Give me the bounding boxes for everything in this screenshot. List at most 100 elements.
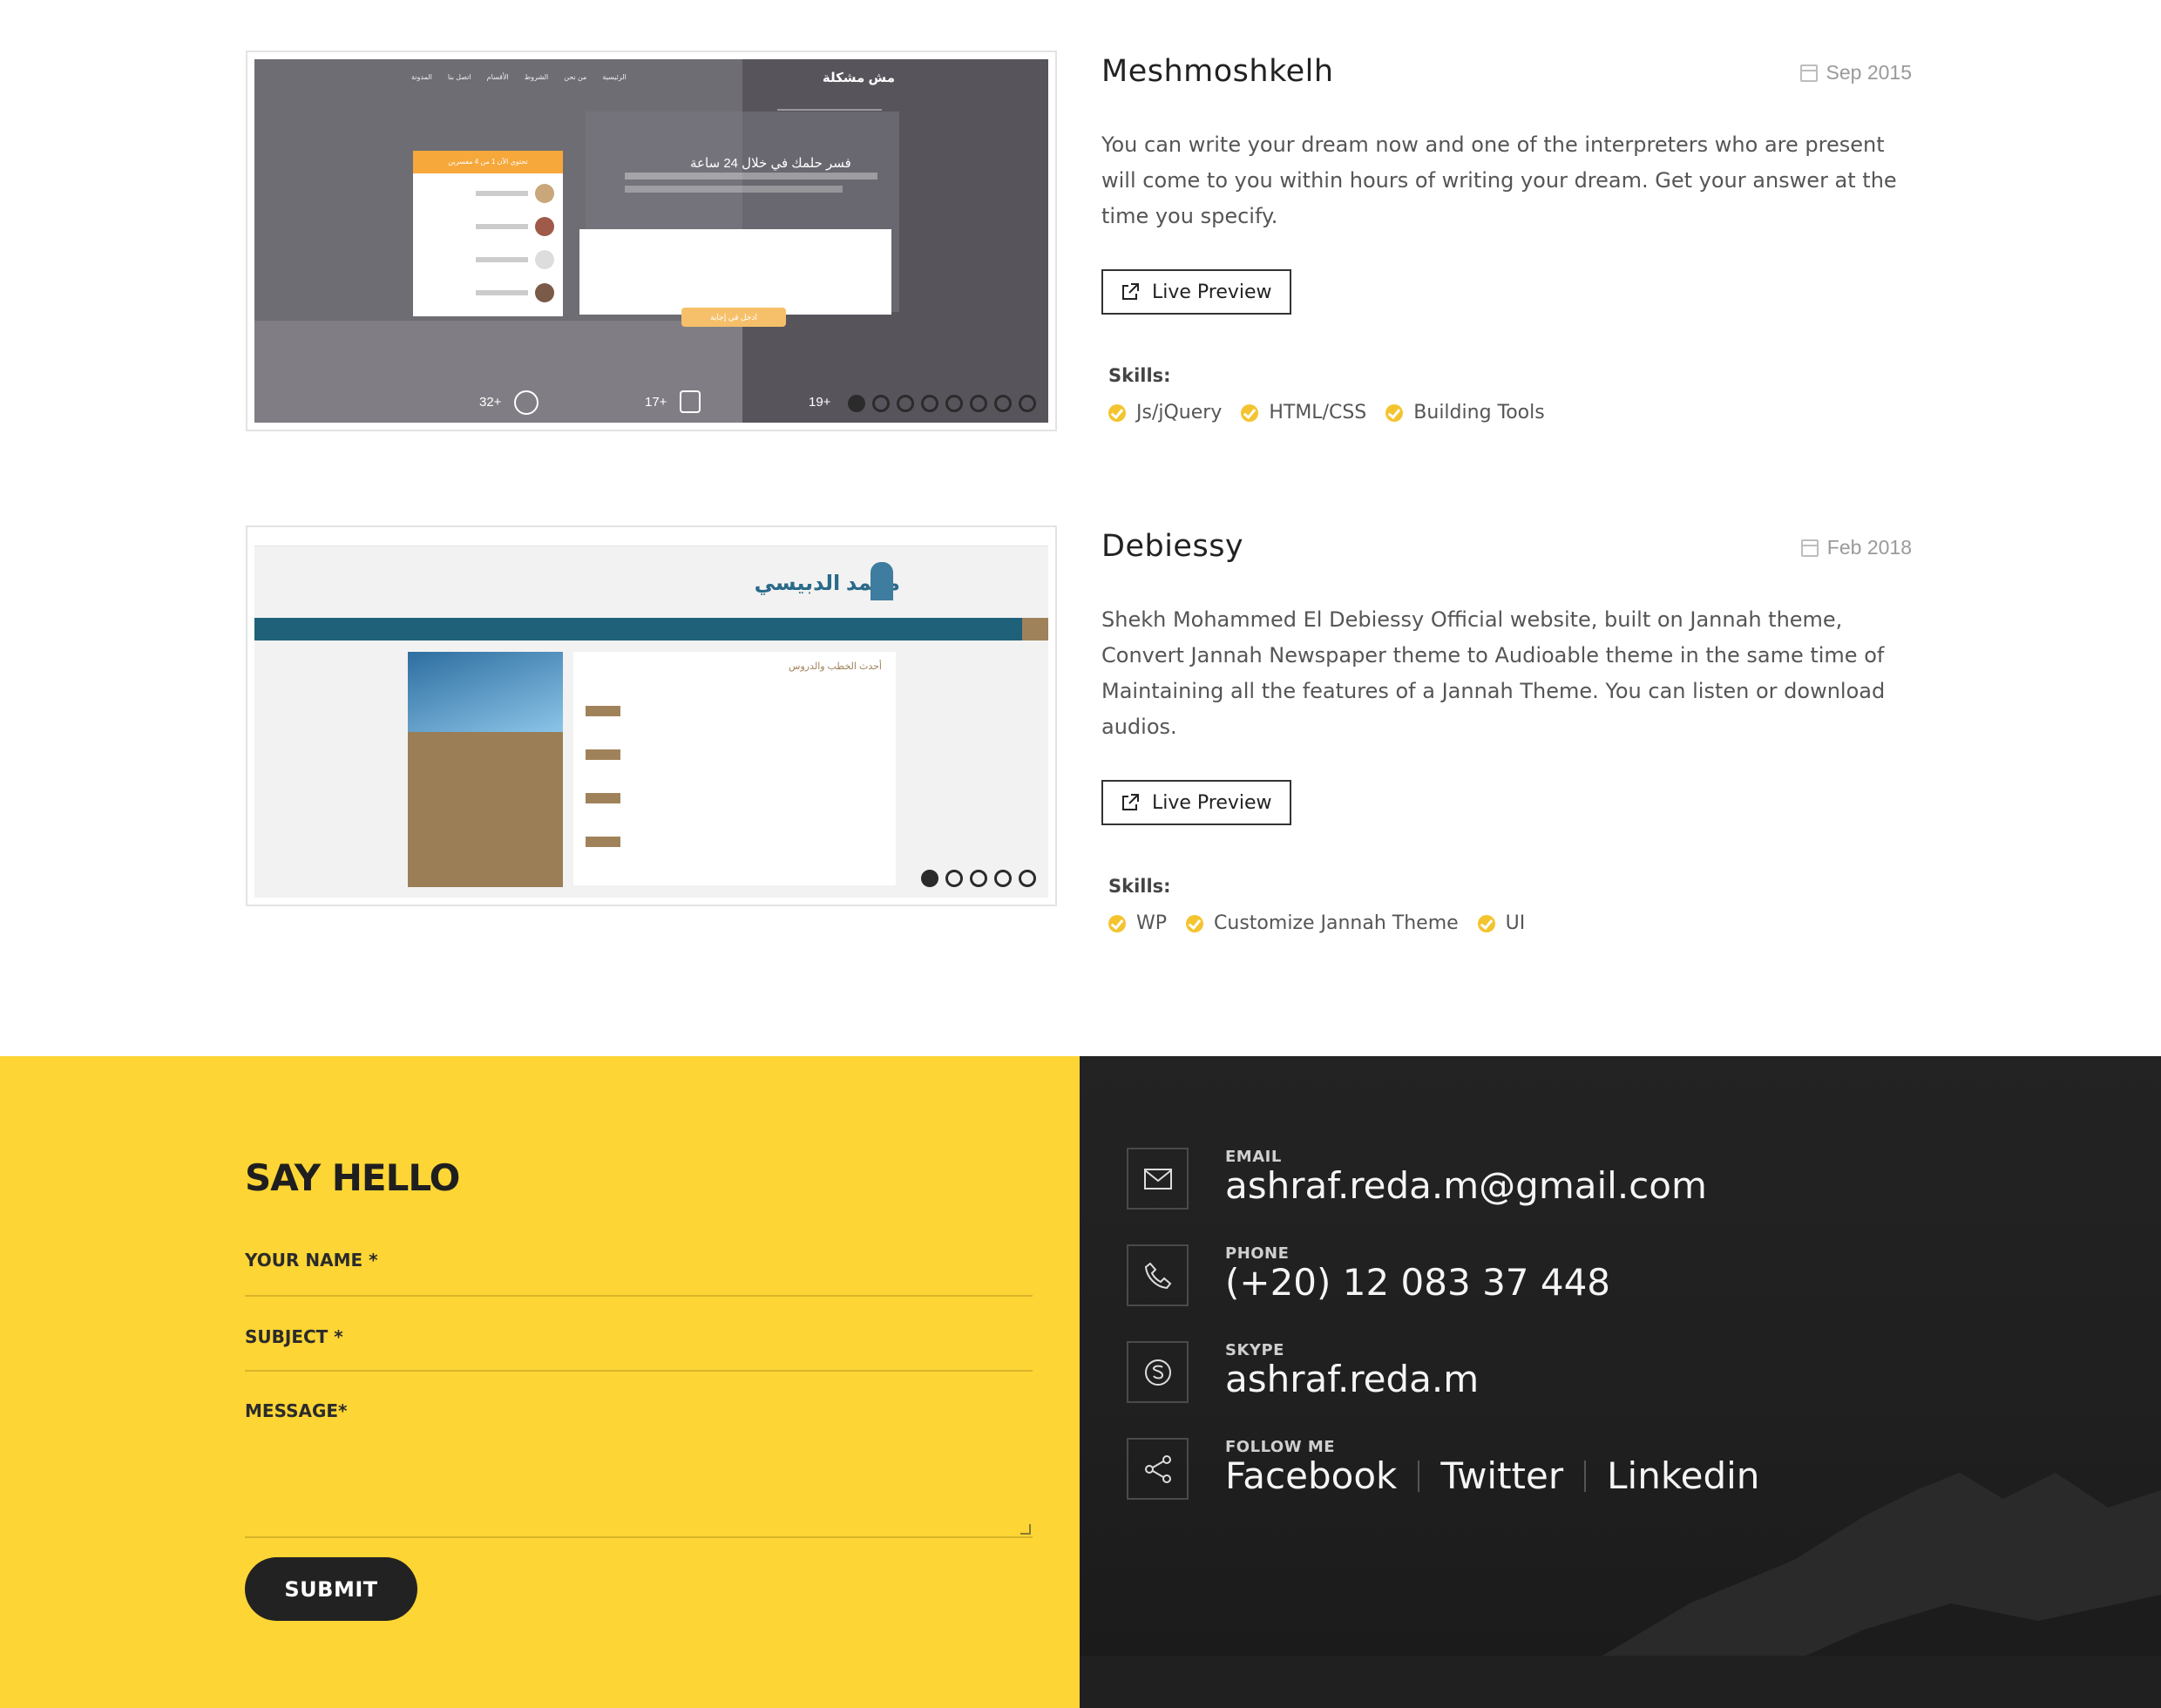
- site-row: [586, 749, 620, 760]
- slider-dot[interactable]: [994, 395, 1012, 412]
- calendar-icon: [1799, 64, 1818, 82]
- skype-value[interactable]: ashraf.reda.m: [1225, 1358, 1479, 1400]
- say-hello-heading: SAY HELLO: [245, 1156, 460, 1199]
- skill-label: Customize Jannah Theme: [1214, 912, 1459, 934]
- project-date: Sep 2015: [1799, 61, 1912, 85]
- site-nav-item: الرئيسية: [602, 73, 627, 81]
- contact-form-panel: SAY HELLO YOUR NAME * SUBJECT * MESSAGE*…: [0, 1056, 1080, 1708]
- contact-skype: SKYPE ashraf.reda.m: [1225, 1341, 1479, 1400]
- live-preview-button[interactable]: Live Preview: [1101, 780, 1291, 825]
- site-nav-item: الأقسام: [486, 73, 509, 81]
- check-icon: [1108, 403, 1126, 422]
- follow-label: FOLLOW ME: [1225, 1438, 1336, 1456]
- name-field-label: YOUR NAME *: [245, 1250, 378, 1271]
- skill-item: UI: [1477, 912, 1526, 934]
- portfolio-thumbnail[interactable]: محمد الدبيسي أحدث الخطب والدروس: [246, 525, 1057, 906]
- site-section-title: أحدث الخطب والدروس: [789, 661, 882, 672]
- contact-social-row: FOLLOW ME Facebook Twitter Linkedin: [1127, 1438, 1759, 1500]
- slider-dot[interactable]: [848, 395, 865, 412]
- site-panel-row: [422, 250, 554, 269]
- project-description: You can write your dream now and one of …: [1101, 132, 1897, 228]
- portfolio-info: Debiessy Feb 2018 Shekh Mohammed El Debi…: [1101, 529, 1912, 934]
- site-panel-list: [422, 184, 554, 302]
- live-preview-label: Live Preview: [1152, 281, 1272, 303]
- check-icon: [1186, 914, 1204, 932]
- site-stat: 32+: [479, 395, 502, 410]
- subject-field[interactable]: SUBJECT *: [245, 1326, 1033, 1372]
- live-preview-button[interactable]: Live Preview: [1101, 269, 1291, 315]
- live-preview-label: Live Preview: [1152, 791, 1272, 814]
- skill-item: Js/jQuery: [1108, 402, 1222, 424]
- external-link-icon: [1122, 283, 1139, 300]
- mosque-logo-icon: [870, 562, 893, 600]
- skill-item: Building Tools: [1385, 402, 1545, 424]
- skills-list: Js/jQuery HTML/CSS Building Tools: [1108, 402, 1912, 424]
- slider-dot[interactable]: [1019, 395, 1036, 412]
- submit-button[interactable]: SUBMIT: [245, 1557, 417, 1621]
- slider-dot[interactable]: [970, 870, 987, 887]
- page: مش مشكلة الرئيسية من نحن الشروط الأقسام …: [0, 0, 2161, 1708]
- email-label: EMAIL: [1225, 1148, 1282, 1166]
- message-field-label: MESSAGE*: [245, 1400, 348, 1421]
- site-headline: فسر حلمك في خلال 24 ساعة: [690, 156, 851, 171]
- phone-label: PHONE: [1225, 1244, 1290, 1263]
- site-stat: 17+: [645, 395, 667, 410]
- contact-info-panel: EMAIL ashraf.reda.m@gmail.com PHONE (+20…: [1080, 1056, 2161, 1708]
- project-date: Feb 2018: [1800, 536, 1912, 559]
- slider-dot[interactable]: [1019, 870, 1036, 887]
- slider-dot[interactable]: [945, 870, 963, 887]
- slider-dot[interactable]: [921, 395, 938, 412]
- check-icon: [1385, 403, 1404, 422]
- phone-value[interactable]: (+20) 12 083 37 448: [1225, 1261, 1610, 1304]
- slider-dot[interactable]: [994, 870, 1012, 887]
- phone-icon: [1127, 1244, 1189, 1306]
- skill-item: Customize Jannah Theme: [1186, 912, 1459, 934]
- contact-section: SAY HELLO YOUR NAME * SUBJECT * MESSAGE*…: [0, 1056, 2161, 1708]
- skill-label: Building Tools: [1413, 402, 1545, 424]
- skill-label: Js/jQuery: [1136, 402, 1223, 424]
- twitter-link[interactable]: Twitter: [1440, 1454, 1563, 1497]
- thumbs-up-icon: [680, 390, 701, 413]
- project-screenshot: مش مشكلة الرئيسية من نحن الشروط الأقسام …: [254, 59, 1048, 423]
- site-textarea: [579, 229, 891, 315]
- project-date-text: Feb 2018: [1826, 536, 1912, 559]
- skype-label: SKYPE: [1225, 1341, 1284, 1359]
- name-field[interactable]: YOUR NAME *: [245, 1250, 1033, 1297]
- slider-dot[interactable]: [921, 870, 938, 887]
- slider-dot[interactable]: [872, 395, 890, 412]
- project-title: Meshmoshkelh: [1101, 54, 1334, 89]
- site-topbar: [254, 534, 1048, 546]
- linkedin-link[interactable]: Linkedin: [1607, 1454, 1759, 1497]
- home-icon: [1022, 618, 1048, 640]
- skill-label: UI: [1505, 912, 1526, 934]
- site-row: [586, 793, 620, 803]
- site-panel-row: [422, 283, 554, 302]
- site-nav-item: المدونة: [411, 73, 432, 81]
- site-row: [586, 837, 620, 847]
- site-stat: 19+: [809, 395, 831, 410]
- email-value[interactable]: ashraf.reda.m@gmail.com: [1225, 1164, 1707, 1207]
- slider-dots: [921, 870, 1036, 887]
- external-link-icon: [1122, 794, 1139, 810]
- skill-label: HTML/CSS: [1269, 402, 1367, 424]
- site-side-panel: تحتوي الآن 1 من 4 مفسرين: [413, 151, 563, 316]
- resize-handle-icon[interactable]: [1020, 1524, 1031, 1535]
- slider-dot[interactable]: [897, 395, 914, 412]
- project-title: Debiessy: [1101, 529, 1244, 564]
- contact-email: EMAIL ashraf.reda.m@gmail.com: [1225, 1148, 1707, 1207]
- divider: [1418, 1460, 1420, 1492]
- subject-field-label: SUBJECT *: [245, 1326, 343, 1347]
- contact-phone-row: PHONE (+20) 12 083 37 448: [1127, 1244, 1610, 1306]
- site-subtext: [625, 186, 843, 193]
- slider-dot[interactable]: [945, 395, 963, 412]
- portfolio-thumbnail[interactable]: مش مشكلة الرئيسية من نحن الشروط الأقسام …: [246, 51, 1057, 431]
- smile-icon: [514, 390, 539, 415]
- facebook-link[interactable]: Facebook: [1225, 1454, 1397, 1497]
- contact-email-row: EMAIL ashraf.reda.m@gmail.com: [1127, 1148, 1707, 1210]
- skills-list: WP Customize Jannah Theme UI: [1108, 912, 1912, 934]
- slider-dot[interactable]: [970, 395, 987, 412]
- site-panel-row: [422, 217, 554, 236]
- message-field[interactable]: MESSAGE*: [245, 1400, 1033, 1538]
- site-subtext: [625, 173, 877, 180]
- site-submit-button: ادخل في إجابة: [681, 308, 786, 327]
